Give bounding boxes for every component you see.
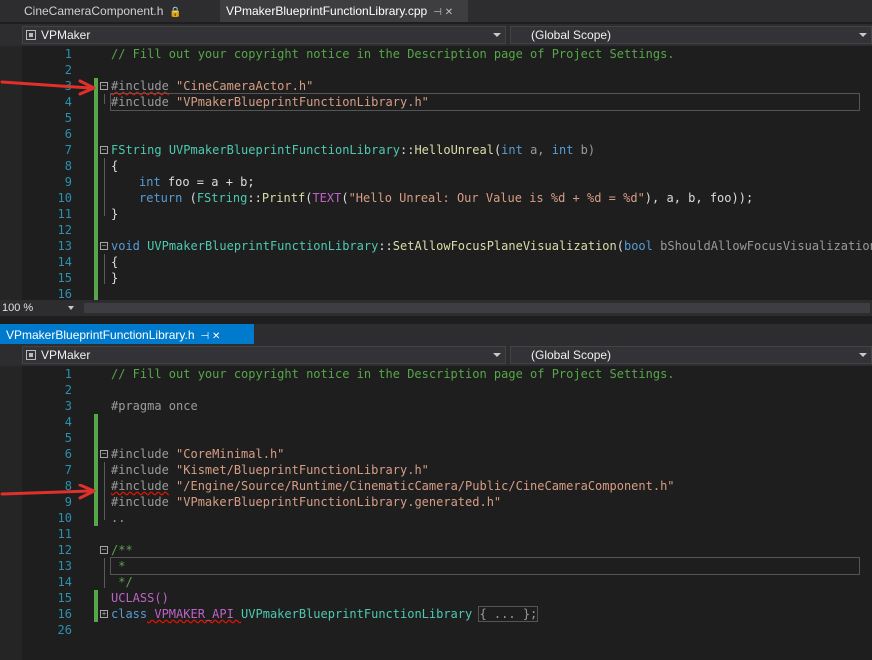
fold-collapse-icon[interactable]: − [100, 546, 108, 554]
chevron-down-icon [859, 33, 867, 37]
scope-combo[interactable]: (Global Scope) [510, 26, 872, 44]
fold-collapse-icon[interactable]: − [100, 82, 108, 90]
code-line: 9 #include "VPmakerBlueprintFunctionLibr… [64, 495, 502, 509]
code-line: 2 [64, 63, 72, 77]
bottom-left-strip [0, 366, 22, 660]
scope-combo[interactable]: (Global Scope) [510, 346, 872, 364]
top-editor-pane: CineCameraComponent.h 🔒 VPmakerBlueprintF… [0, 0, 872, 318]
zoom-combo[interactable]: 100 % [2, 300, 76, 316]
top-status-bar: 100 % [0, 300, 872, 316]
code-line: 11 } [57, 207, 119, 221]
top-code-editor[interactable]: 1 // Fill out your copyright notice in t… [22, 46, 872, 300]
top-navigation-bar: VPMaker (Global Scope) [0, 24, 872, 46]
code-line: 5 [64, 431, 72, 445]
pin-close-icon[interactable]: ⊣ ✕ [433, 2, 453, 24]
bottom-navigation-bar: VPMaker (Global Scope) [0, 344, 872, 366]
code-line: 5 [64, 111, 72, 125]
code-line: 12 [57, 223, 72, 237]
code-line: 3 − #include "CineCameraActor.h" [64, 79, 314, 93]
project-combo[interactable]: VPMaker [22, 346, 506, 364]
code-line: 8 #include "/Engine/Source/Runtime/Cinem… [64, 479, 675, 493]
fold-collapse-icon[interactable]: − [100, 450, 108, 458]
code-line: 1 // Fill out your copyright notice in t… [64, 367, 675, 381]
code-line: 16 + class VPMAKER_API UVPmakerBlueprint… [57, 606, 539, 622]
tab-vpmaker-blueprint-cpp[interactable]: VPmakerBlueprintFunctionLibrary.cpp ⊣ ✕ [220, 0, 468, 22]
code-line: 4 [64, 415, 72, 429]
code-line: 11 [57, 527, 72, 541]
project-icon [26, 30, 36, 40]
project-combo[interactable]: VPMaker [22, 26, 506, 44]
code-line: 7 #include "Kismet/BlueprintFunctionLibr… [64, 463, 429, 477]
bottom-editor-pane: VPmakerBlueprintFunctionLibrary.h ⊣ ✕ VPM… [0, 318, 872, 660]
code-line: 15 UCLASS() [57, 591, 169, 605]
code-line: 7 − FString UVPmakerBlueprintFunctionLib… [64, 143, 596, 157]
red-annotation-arrow [0, 79, 96, 96]
project-icon [26, 350, 36, 360]
code-line: 16 [57, 287, 72, 300]
code-line: 9 int foo = a + b; [64, 175, 255, 189]
lock-icon: 🔒 [169, 7, 182, 18]
top-tab-strip: CineCameraComponent.h 🔒 VPmakerBlueprintF… [0, 0, 872, 22]
code-line: 8 { [64, 159, 119, 173]
chevron-down-icon [493, 33, 501, 37]
chevron-down-icon [859, 353, 867, 357]
code-line: 6 [64, 127, 72, 141]
chevron-down-icon [493, 353, 501, 357]
code-line: 3 #pragma once [64, 399, 198, 413]
red-annotation-arrow [0, 484, 96, 500]
code-line: 10 .. [57, 511, 126, 525]
code-line: 10 return (FString::Printf(TEXT("Hello U… [57, 191, 754, 205]
code-line: 13 * [22, 557, 872, 575]
code-line: 2 [64, 383, 72, 397]
code-line: 13 − void UVPmakerBlueprintFunctionLibra… [57, 239, 872, 253]
fold-collapse-icon[interactable]: − [100, 146, 108, 154]
collapsed-region[interactable]: { ... }; [478, 606, 539, 622]
fold-collapse-icon[interactable]: − [100, 242, 108, 250]
horizontal-scrollbar[interactable] [84, 303, 870, 313]
code-line: 1 // Fill out your copyright notice in t… [64, 47, 675, 61]
code-line: 6 − #include "CoreMinimal.h" [64, 447, 285, 461]
code-line: 15 } [57, 271, 119, 285]
fold-expand-icon[interactable]: + [100, 610, 108, 618]
code-line: 14 { [57, 255, 119, 269]
tab-cinecameracomponent-h[interactable]: CineCameraComponent.h 🔒 [18, 0, 188, 22]
code-line: 26 [57, 623, 72, 637]
code-line: 14 */ [57, 575, 133, 589]
chevron-down-icon [68, 306, 74, 310]
code-line: 12 − /** [57, 543, 133, 557]
code-line: 4 #include "VPmakerBlueprintFunctionLibr… [22, 93, 872, 111]
tab-vpmaker-blueprint-h[interactable]: VPmakerBlueprintFunctionLibrary.h ⊣ ✕ [0, 324, 254, 346]
bottom-code-editor[interactable]: 1 // Fill out your copyright notice in t… [22, 366, 872, 660]
